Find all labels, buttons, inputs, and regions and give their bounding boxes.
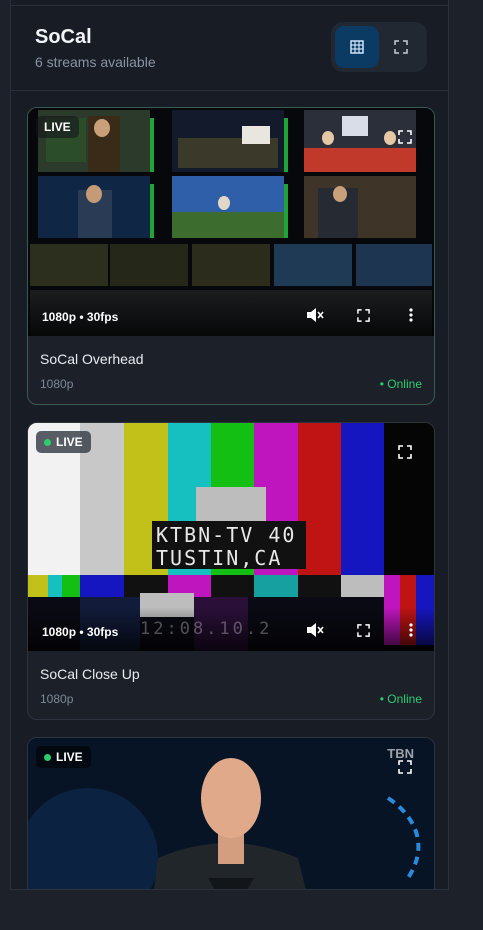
more-vertical-icon <box>409 308 413 322</box>
stream-card-overhead[interactable]: LIVE 1080p • 30fps SoCal Overhead 1080p … <box>27 107 435 405</box>
stream-name: SoCal Overhead <box>40 351 144 367</box>
status-badge: • Online <box>379 692 422 706</box>
stream-name: SoCal Close Up <box>40 666 140 682</box>
live-badge: LIVE <box>36 746 91 768</box>
live-label: LIVE <box>44 120 71 134</box>
fullscreen-button[interactable] <box>352 304 374 326</box>
mute-button[interactable] <box>304 619 326 641</box>
quality-label: 1080p • 30fps <box>42 310 119 324</box>
grid-icon <box>350 40 364 54</box>
more-options-button[interactable] <box>400 304 422 326</box>
expand-button[interactable] <box>390 437 420 467</box>
timecode: 12:08.10.2 <box>140 619 273 639</box>
stream-count: 6 streams available <box>35 54 156 70</box>
streams-panel: SoCal 6 streams available LIVE 1080p • 3… <box>10 0 449 890</box>
player-controls: 12:08.10.2 1080p • 30fps <box>28 607 434 651</box>
live-indicator-dot <box>44 753 51 761</box>
mute-button[interactable] <box>304 304 326 326</box>
muted-speaker-icon <box>307 308 324 322</box>
slate-location: TUSTIN,CA <box>156 546 283 570</box>
stream-card-close-up[interactable]: KTBN-TV 40 TUSTIN,CA LIVE 12:08.10.2 108… <box>27 422 435 720</box>
live-indicator-dot <box>44 438 51 446</box>
grid-view-button[interactable] <box>335 26 379 68</box>
stream-resolution: 1080p <box>40 377 74 391</box>
page-title: SoCal <box>35 26 92 48</box>
fullscreen-icon <box>398 130 412 144</box>
fullscreen-icon <box>356 308 370 322</box>
muted-speaker-icon <box>307 623 324 637</box>
live-badge: LIVE <box>36 431 91 453</box>
fullscreen-icon <box>398 445 412 459</box>
view-toggle <box>331 22 427 72</box>
live-label: LIVE <box>56 750 83 764</box>
slate-callsign: KTBN-TV 40 <box>156 523 297 547</box>
fullscreen-view-button[interactable] <box>379 26 423 68</box>
fullscreen-button[interactable] <box>352 619 374 641</box>
video-player[interactable]: LIVE 1080p • 30fps <box>28 108 434 336</box>
more-vertical-icon <box>409 623 413 637</box>
expand-button[interactable] <box>390 752 420 782</box>
stream-resolution: 1080p <box>40 692 74 706</box>
player-controls: 1080p • 30fps <box>28 292 434 336</box>
stream-card-third[interactable]: LIVE TBN <box>27 737 435 889</box>
expand-button[interactable] <box>390 122 420 152</box>
video-player[interactable]: LIVE TBN <box>28 738 434 889</box>
panel-header: SoCal 6 streams available <box>11 6 448 91</box>
live-badge: LIVE <box>36 116 79 138</box>
fullscreen-icon <box>398 760 412 774</box>
fullscreen-icon <box>356 623 370 637</box>
fullscreen-icon <box>394 40 408 54</box>
quality-label: 1080p • 30fps <box>42 625 119 639</box>
more-options-button[interactable] <box>400 619 422 641</box>
status-badge: • Online <box>379 377 422 391</box>
video-player[interactable]: KTBN-TV 40 TUSTIN,CA LIVE 12:08.10.2 108… <box>28 423 434 651</box>
live-label: LIVE <box>56 435 83 449</box>
